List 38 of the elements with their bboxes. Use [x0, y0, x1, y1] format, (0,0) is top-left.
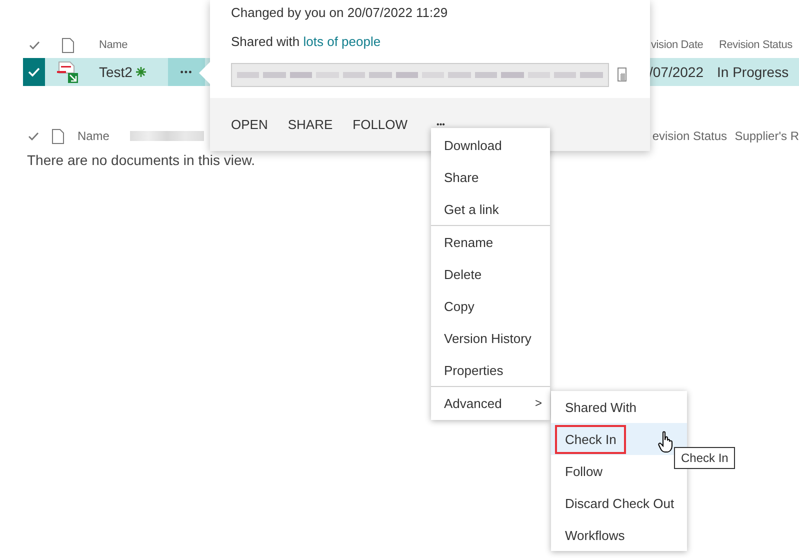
- column-header[interactable]: evision Status: [652, 129, 735, 143]
- menu-item[interactable]: Copy: [431, 290, 550, 322]
- document-icon: [52, 128, 64, 144]
- column-header[interactable]: Name: [90, 39, 168, 51]
- column-header[interactable]: Supplier's R: [734, 129, 799, 143]
- checkmark-icon[interactable]: [28, 40, 40, 50]
- people-link[interactable]: lots of people: [303, 34, 381, 49]
- column-header[interactable]: Name: [77, 129, 130, 143]
- menu-item[interactable]: Share: [431, 161, 550, 193]
- pdf-file-icon: [56, 61, 78, 83]
- menu-item[interactable]: Workflows: [551, 519, 687, 551]
- more-options-button[interactable]: •••: [168, 58, 205, 86]
- menu-item[interactable]: Discard Check Out: [551, 487, 687, 519]
- column-header[interactable]: vision Date: [651, 39, 719, 51]
- menu-item[interactable]: Delete: [431, 258, 550, 290]
- menu-item[interactable]: Properties: [431, 354, 550, 386]
- menu-item[interactable]: Check In: [551, 423, 687, 455]
- document-icon: [62, 38, 74, 52]
- menu-item[interactable]: Shared With: [551, 391, 687, 423]
- column-header[interactable]: Revision Status: [719, 39, 795, 51]
- shared-info: Shared with lots of people: [231, 34, 382, 51]
- menu-item[interactable]: Version History: [431, 322, 550, 354]
- callout-action[interactable]: SHARE: [278, 110, 343, 140]
- tooltip: Check In: [674, 447, 736, 469]
- file-name[interactable]: Test2: [99, 64, 132, 80]
- hand-cursor-icon: [658, 431, 674, 453]
- modified-info: Changed by you on 20/07/2022 11:29: [231, 5, 449, 22]
- url-field[interactable]: [231, 63, 609, 87]
- menu-item[interactable]: Get a link: [431, 193, 550, 225]
- empty-message: There are no documents in this view.: [26, 152, 256, 168]
- callout-action[interactable]: OPEN: [221, 110, 278, 140]
- menu-item[interactable]: Rename: [431, 226, 550, 258]
- checkmark-icon[interactable]: [28, 132, 40, 140]
- callout-action[interactable]: FOLLOW: [342, 110, 418, 140]
- table-cell-text: In Progress: [717, 64, 790, 80]
- menu-item[interactable]: Advanced >: [431, 387, 550, 419]
- table-cell-text: /07/2022: [649, 64, 704, 80]
- copy-icon[interactable]: [617, 67, 628, 83]
